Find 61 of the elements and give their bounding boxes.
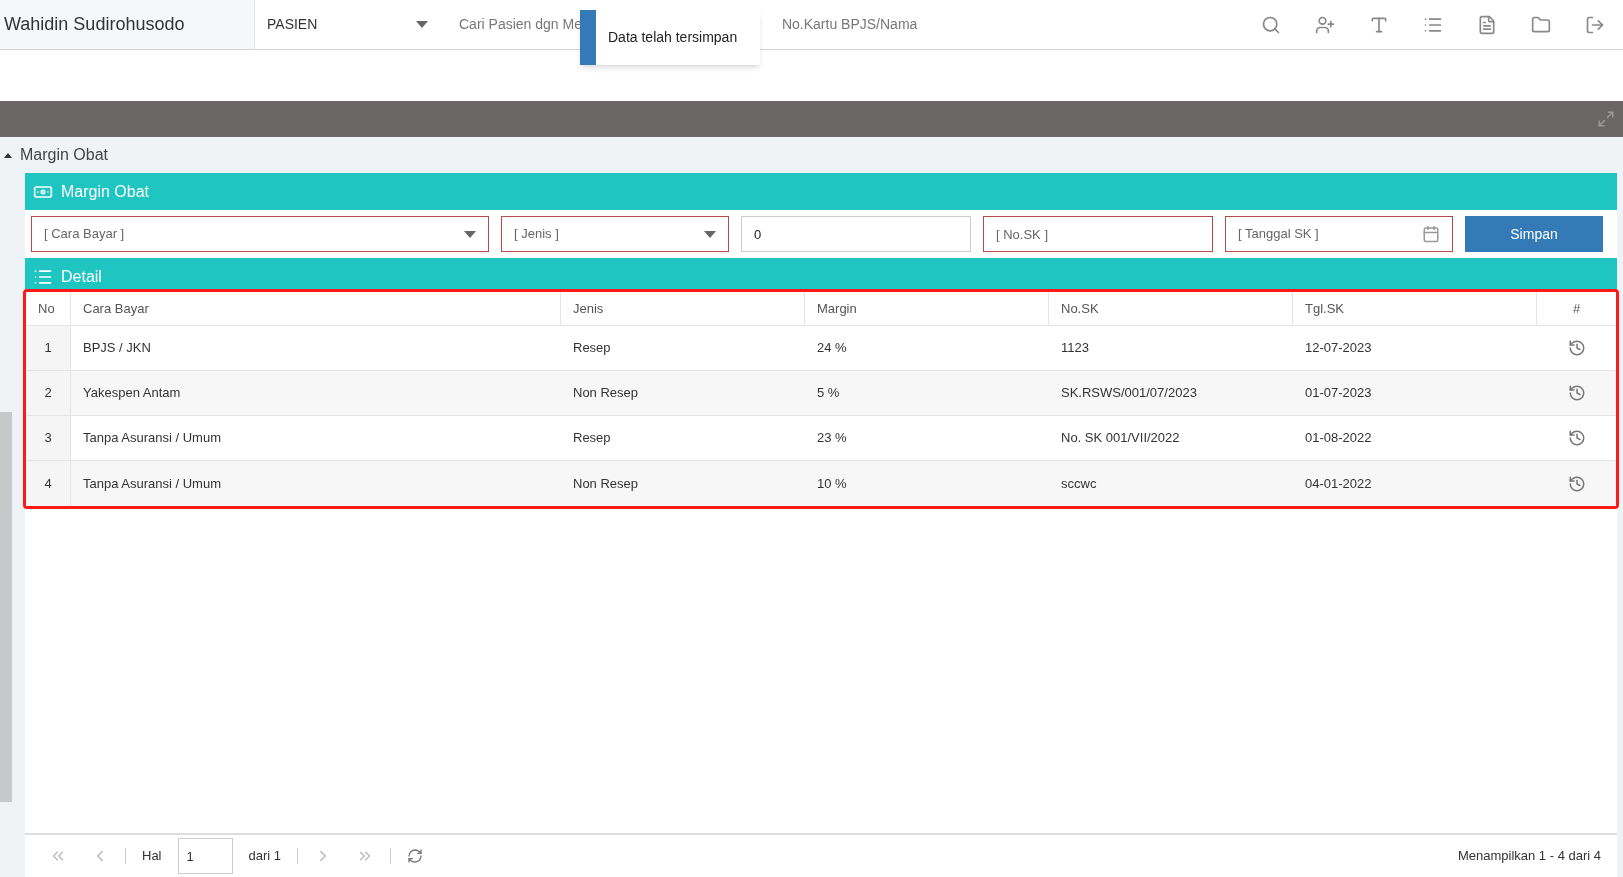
table-cell-text: No. SK 001/VII/2022 (1060, 429, 1181, 448)
history-icon[interactable] (1567, 384, 1586, 402)
column-header: Cara Bayar (71, 292, 561, 325)
column-header: Margin (805, 292, 1049, 325)
history-icon[interactable] (1567, 339, 1586, 357)
detail-title: Detail (61, 266, 102, 287)
folder-icon[interactable] (1531, 14, 1551, 35)
table-cell-text: 5 % (816, 384, 841, 403)
history-icon[interactable] (1567, 474, 1586, 493)
table-cell-text: 10 % (816, 474, 848, 493)
table-cell-text: Yakespen Antam (82, 384, 182, 403)
table-cell: 1 (26, 326, 71, 370)
add-user-icon[interactable] (1315, 14, 1335, 35)
table-cell-text: BPJS / JKN (82, 339, 152, 358)
table-cell-text: 01-08-2022 (1304, 429, 1373, 448)
no-sk-field[interactable]: [ No.SK ] (983, 216, 1213, 252)
margin-field[interactable]: 0 (741, 216, 971, 252)
caret-icon (464, 230, 476, 238)
tanggal-sk-field[interactable]: [ Tanggal SK ] (1225, 216, 1453, 252)
table-cell-text: 04-01-2022 (1304, 474, 1373, 493)
table-cell-text: Non Resep (572, 384, 640, 403)
caret-icon (704, 230, 716, 238)
table-cell-text: Resep (572, 429, 612, 448)
column-header: # (1571, 299, 1582, 318)
toast: Data telah tersimpan (580, 10, 760, 65)
table-cell-text: SK.RSWS/001/07/2023 (1060, 384, 1198, 403)
panel-title: Margin Obat (61, 181, 150, 202)
page-field[interactable]: 1 (177, 838, 233, 874)
table-cell-text: sccwc (1060, 474, 1098, 493)
table-cell: 3 (26, 416, 71, 460)
table-cell-text: 1123 (1060, 339, 1090, 358)
table-cell-text: 24 % (816, 339, 848, 358)
jenis-select[interactable]: [ Jenis ] (501, 216, 729, 252)
search-placeholder: No.Kartu BPJS/Nama (781, 15, 918, 34)
hospital-name: Wahidin Sudirohusodo (0, 0, 255, 49)
section-title: Margin Obat (20, 145, 109, 165)
column-header: Jenis (561, 292, 805, 325)
table-cell-text: Resep (572, 339, 612, 358)
search-icon[interactable] (1261, 14, 1281, 35)
refresh-icon[interactable] (407, 848, 424, 864)
save-button[interactable]: Simpan (1465, 216, 1603, 252)
table-cell-text: Tanpa Asuransi / Umum (82, 474, 222, 493)
collapse-icon[interactable] (4, 152, 12, 158)
table-cell-text: 01-07-2023 (1304, 384, 1373, 403)
table-cell-text: Non Resep (572, 474, 640, 493)
cara-bayar-select[interactable]: [ Cara Bayar ] (31, 216, 489, 252)
page-label: Hal (142, 847, 162, 866)
column-header: Tgl.SK (1293, 292, 1537, 325)
logout-icon[interactable] (1585, 14, 1605, 35)
caret-icon (416, 21, 428, 28)
expand-icon[interactable] (1597, 110, 1615, 128)
table-cell-text: Tanpa Asuransi / Umum (82, 429, 222, 448)
calendar-icon[interactable] (1422, 225, 1440, 243)
column-header: No (26, 292, 71, 325)
patient-select[interactable]: PASIEN (255, 0, 440, 49)
history-icon[interactable] (1567, 429, 1586, 447)
page-count: dari 1 (248, 847, 282, 866)
page-summary: Menampilkan 1 - 4 dari 4 (1457, 847, 1601, 866)
table-cell-text: 12-07-2023 (1304, 339, 1373, 358)
table-cell-text: 23 % (816, 429, 848, 448)
column-header: No.SK (1049, 292, 1293, 325)
